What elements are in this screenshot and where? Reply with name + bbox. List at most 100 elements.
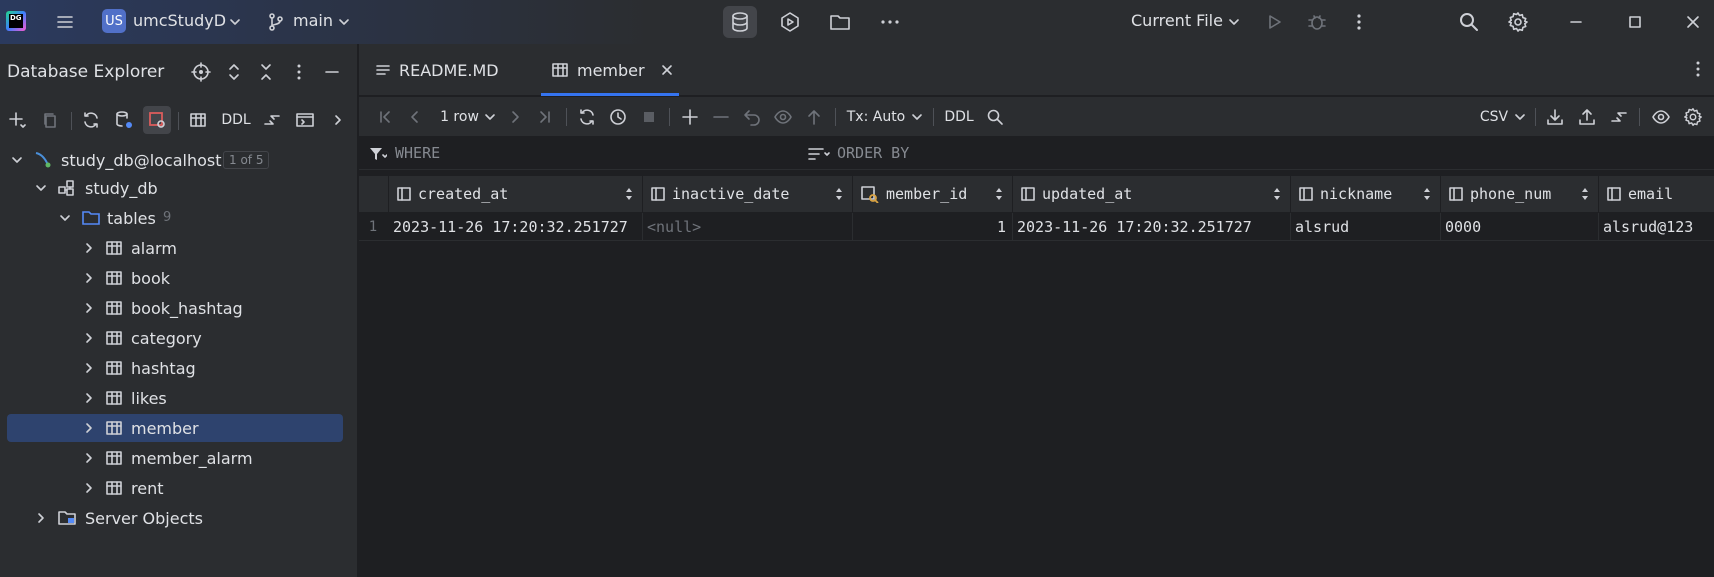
more-actions-button[interactable] — [1342, 6, 1376, 38]
table-name: category — [131, 328, 202, 348]
column-header-updated-at[interactable]: updated_at — [1013, 176, 1291, 212]
project-name[interactable]: umcStudyD — [133, 11, 226, 30]
run-button[interactable] — [1257, 6, 1291, 38]
column-header-created-at[interactable]: created_at — [389, 176, 643, 212]
play-icon — [1269, 15, 1281, 29]
console-button[interactable] — [291, 106, 319, 134]
data-source-properties-button[interactable] — [110, 106, 138, 134]
close-window-button[interactable] — [1676, 6, 1710, 38]
chevron-down-icon[interactable] — [1228, 16, 1240, 28]
panel-options-button[interactable] — [285, 58, 313, 86]
upload-button[interactable] — [1573, 103, 1601, 131]
locate-button[interactable] — [187, 58, 215, 86]
tree-item-table[interactable]: likes — [7, 384, 343, 412]
column-header-email[interactable]: email — [1599, 176, 1714, 212]
column-header-phone-num[interactable]: phone_num — [1441, 176, 1599, 212]
next-page-button[interactable] — [501, 103, 529, 131]
column-header-member-id[interactable]: member_id — [853, 176, 1013, 212]
tab-readme[interactable]: README.MD — [375, 44, 525, 96]
jump-icon — [1611, 112, 1627, 122]
compare-button[interactable] — [1605, 103, 1633, 131]
chevron-down-icon[interactable] — [338, 16, 350, 28]
table-cell-null[interactable]: <null> — [643, 213, 853, 241]
sort-icon[interactable] — [807, 146, 831, 162]
last-page-icon — [540, 111, 550, 123]
tree-item-schema[interactable]: study_db — [7, 174, 343, 202]
table-icon — [106, 421, 122, 435]
branch-name[interactable]: main — [293, 11, 333, 30]
table-cell[interactable]: 1 — [853, 213, 1013, 241]
first-page-button[interactable] — [371, 103, 399, 131]
table-cell[interactable]: 2023-11-26 17:20:32.251727 — [389, 213, 643, 241]
grid-settings-button[interactable] — [1679, 103, 1707, 131]
hide-panel-button[interactable] — [318, 58, 346, 86]
view-options-button[interactable] — [1647, 103, 1675, 131]
tree-item-table[interactable]: category — [7, 324, 343, 352]
tree-item-table-selected[interactable]: member — [7, 414, 343, 442]
jump-to-button[interactable] — [258, 106, 286, 134]
panel-title: Database Explorer — [7, 62, 165, 82]
tree-item-tables-folder[interactable]: tables 9 — [7, 204, 343, 232]
refresh-button[interactable] — [77, 106, 105, 134]
search-button[interactable] — [981, 103, 1009, 131]
table-row[interactable]: 1 2023-11-26 17:20:32.251727 <null> 1 20… — [359, 213, 1714, 241]
revert-button[interactable] — [738, 103, 766, 131]
copy-button[interactable] — [36, 106, 64, 134]
submit-button[interactable] — [800, 103, 828, 131]
tree-item-table[interactable]: alarm — [7, 234, 343, 262]
tree-item-connection[interactable]: study_db@localhost 1 of 5 — [7, 146, 343, 174]
ddl-button[interactable]: DDL — [218, 106, 254, 134]
collapse-all-button[interactable] — [252, 58, 280, 86]
row-count-selector[interactable]: 1 row — [439, 103, 497, 131]
more-toolbar-button[interactable] — [324, 106, 352, 134]
tree-item-table[interactable]: member_alarm — [7, 444, 343, 472]
tree-item-table[interactable]: rent — [7, 474, 343, 502]
settings-button[interactable] — [1501, 6, 1535, 38]
project-files-button[interactable] — [823, 6, 857, 38]
add-row-button[interactable] — [676, 103, 704, 131]
run-config-selector[interactable]: Current File — [1131, 11, 1223, 30]
table-cell[interactable]: alsrud — [1291, 213, 1441, 241]
ddl-button[interactable]: DDL — [941, 103, 977, 131]
download-button[interactable] — [1541, 103, 1569, 131]
table-view-button[interactable] — [184, 106, 212, 134]
minimize-button[interactable] — [1559, 6, 1593, 38]
where-filter-input[interactable]: WHERE — [395, 144, 440, 162]
history-button[interactable] — [604, 103, 632, 131]
order-by-input[interactable]: ORDER BY — [837, 144, 909, 162]
preview-changes-button[interactable] — [769, 103, 797, 131]
tree-item-server-objects[interactable]: Server Objects — [7, 504, 343, 532]
previous-page-button[interactable] — [401, 103, 429, 131]
services-button[interactable] — [773, 6, 807, 38]
debug-button[interactable] — [1300, 6, 1334, 38]
filter-icon[interactable] — [369, 146, 387, 162]
transaction-mode-selector[interactable]: Tx: Auto — [843, 103, 927, 131]
app-logo[interactable]: DG — [6, 11, 26, 31]
tree-item-table[interactable]: book — [7, 264, 343, 292]
close-icon[interactable] — [661, 64, 673, 76]
database-button[interactable] — [723, 6, 757, 38]
table-cell[interactable]: alsrud@123 — [1599, 213, 1714, 241]
table-cell[interactable]: 2023-11-26 17:20:32.251727 — [1013, 213, 1291, 241]
export-format-selector[interactable]: CSV — [1477, 103, 1529, 131]
table-cell[interactable]: 0000 — [1441, 213, 1599, 241]
delete-row-button[interactable] — [707, 103, 735, 131]
search-button[interactable] — [1452, 6, 1486, 38]
project-badge[interactable]: US — [102, 9, 126, 33]
disconnect-button[interactable] — [143, 106, 171, 134]
more-tools-button[interactable] — [873, 6, 907, 38]
last-page-button[interactable] — [531, 103, 559, 131]
expand-all-button[interactable] — [220, 58, 248, 86]
tabs-more-button[interactable] — [1689, 60, 1707, 78]
tree-item-table[interactable]: hashtag — [7, 354, 343, 382]
column-header-nickname[interactable]: nickname — [1291, 176, 1441, 212]
column-header-inactive-date[interactable]: inactive_date — [643, 176, 853, 212]
stop-button[interactable] — [635, 103, 663, 131]
tab-member[interactable]: member — [541, 44, 679, 96]
main-menu-button[interactable] — [48, 6, 82, 38]
reload-button[interactable] — [573, 103, 601, 131]
add-button[interactable] — [3, 106, 31, 134]
maximize-button[interactable] — [1618, 6, 1652, 38]
chevron-down-icon[interactable] — [229, 16, 241, 28]
tree-item-table[interactable]: book_hashtag — [7, 294, 343, 322]
